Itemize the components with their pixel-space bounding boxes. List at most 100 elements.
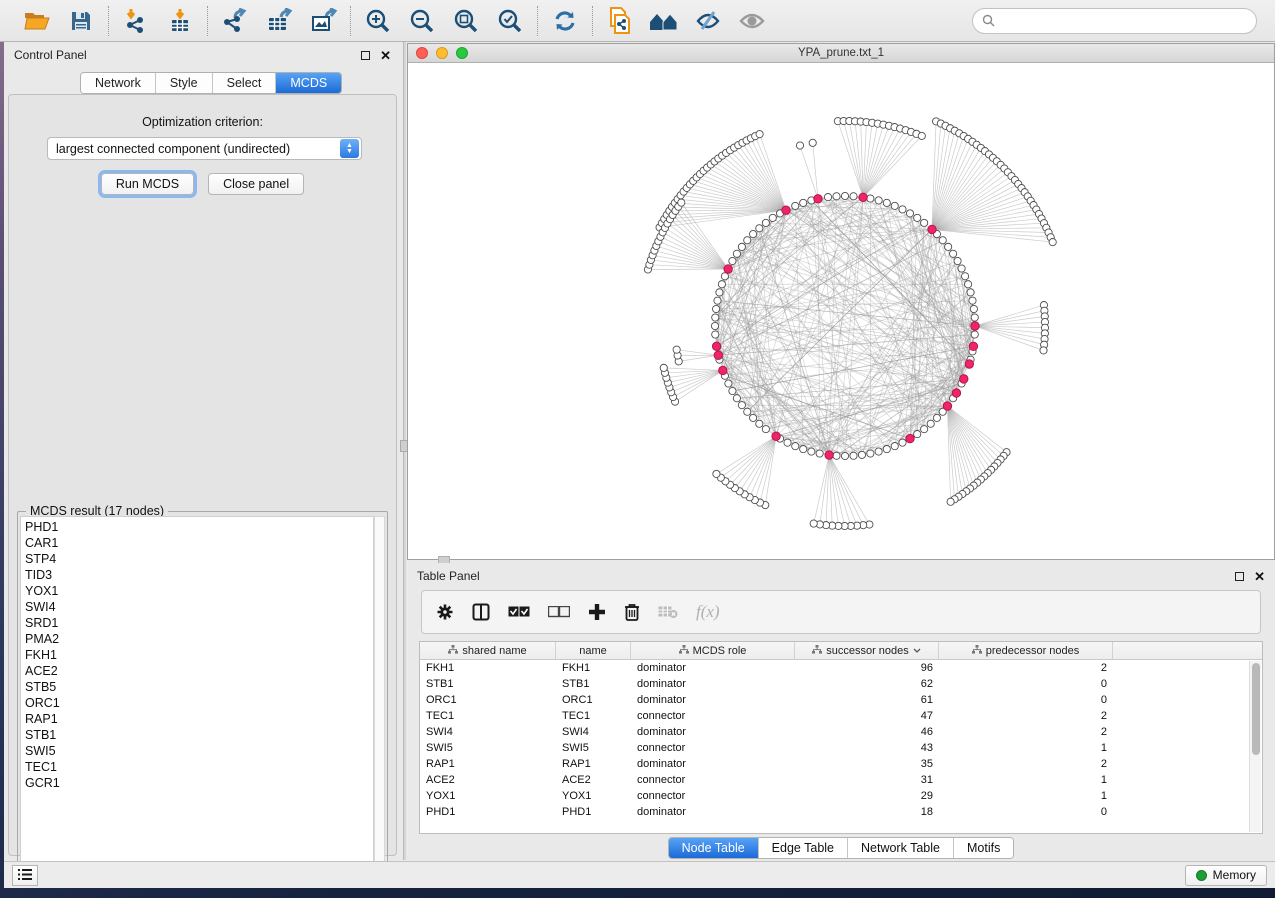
- table-scrollbar-thumb[interactable]: [1252, 663, 1260, 755]
- criterion-dropdown[interactable]: largest connected component (undirected)…: [47, 137, 362, 160]
- mcds-result-list[interactable]: PHD1CAR1STP4TID3YOX1SWI4SRD1PMA2FKH1ACE2…: [20, 516, 374, 876]
- export-image-icon[interactable]: [308, 6, 338, 36]
- table-row[interactable]: RAP1RAP1dominator352: [420, 756, 1262, 772]
- tab-select[interactable]: Select: [212, 73, 276, 93]
- run-mcds-button[interactable]: Run MCDS: [101, 173, 194, 195]
- table-cell: 31: [795, 774, 939, 786]
- mcds-result-item[interactable]: FKH1: [25, 647, 369, 663]
- export-table-icon[interactable]: [264, 6, 294, 36]
- search-box[interactable]: [972, 8, 1257, 34]
- hierarchy-icon: [972, 645, 982, 657]
- save-session-icon[interactable]: [66, 6, 96, 36]
- select-all-icon[interactable]: [508, 606, 530, 618]
- mcds-result-item[interactable]: ACE2: [25, 663, 369, 679]
- column-header-MCDS-role[interactable]: MCDS role: [631, 642, 795, 659]
- tab-edge-table[interactable]: Edge Table: [758, 838, 847, 858]
- clone-network-icon[interactable]: [605, 6, 635, 36]
- column-header-predecessor-nodes[interactable]: predecessor nodes: [939, 642, 1113, 659]
- mcds-result-item[interactable]: STP4: [25, 551, 369, 567]
- tab-motifs[interactable]: Motifs: [953, 838, 1013, 858]
- table-row[interactable]: PHD1PHD1dominator180: [420, 804, 1262, 820]
- table-panel: Table Panel ✕: [407, 563, 1275, 860]
- tab-node-table[interactable]: Node Table: [669, 838, 758, 858]
- mcds-result-item[interactable]: STB5: [25, 679, 369, 695]
- tab-network-table[interactable]: Network Table: [847, 838, 953, 858]
- table-row[interactable]: ACE2ACE2connector311: [420, 772, 1262, 788]
- search-input[interactable]: [1000, 14, 1247, 28]
- refresh-icon[interactable]: [550, 6, 580, 36]
- delete-column-icon[interactable]: [624, 603, 640, 621]
- import-table-icon[interactable]: [165, 6, 195, 36]
- table-cell: dominator: [631, 806, 795, 818]
- first-neighbors-icon[interactable]: [649, 6, 679, 36]
- table-row[interactable]: SWI4SWI4dominator462: [420, 724, 1262, 740]
- open-file-icon[interactable]: [22, 6, 52, 36]
- mcds-result-item[interactable]: STB1: [25, 727, 369, 743]
- show-all-icon[interactable]: [737, 6, 767, 36]
- table-tabs: Node Table Edge Table Network Table Moti…: [668, 837, 1015, 859]
- network-window-titlebar[interactable]: YPA_prune.txt_1: [408, 44, 1274, 63]
- table-row[interactable]: YOX1YOX1connector291: [420, 788, 1262, 804]
- columns-icon[interactable]: [472, 603, 490, 621]
- main-toolbar: [0, 0, 1275, 42]
- mcds-list-scrollbar[interactable]: [374, 516, 385, 876]
- table-row[interactable]: ORC1ORC1dominator610: [420, 692, 1262, 708]
- column-header-shared-name[interactable]: shared name: [420, 642, 556, 659]
- zoom-fit-icon[interactable]: [451, 6, 481, 36]
- mcds-result-item[interactable]: SRD1: [25, 615, 369, 631]
- column-header-name[interactable]: name: [556, 642, 631, 659]
- table-row[interactable]: FKH1FKH1dominator962: [420, 660, 1262, 676]
- mcds-result-item[interactable]: YOX1: [25, 583, 369, 599]
- mcds-result-item[interactable]: GCR1: [25, 775, 369, 791]
- mcds-result-item[interactable]: SWI4: [25, 599, 369, 615]
- hide-selected-icon[interactable]: [693, 6, 723, 36]
- zoom-out-icon[interactable]: [407, 6, 437, 36]
- table-scrollbar[interactable]: [1249, 661, 1261, 832]
- mcds-result-item[interactable]: RAP1: [25, 711, 369, 727]
- task-history-button[interactable]: [12, 865, 38, 886]
- tab-mcds[interactable]: MCDS: [275, 73, 341, 93]
- table-settings-icon[interactable]: [436, 603, 454, 621]
- close-table-panel-icon[interactable]: ✕: [1254, 572, 1265, 581]
- close-panel-icon[interactable]: ✕: [380, 51, 391, 60]
- mcds-result-groupbox: MCDS result (17 nodes) PHD1CAR1STP4TID3Y…: [17, 511, 388, 879]
- export-network-icon[interactable]: [220, 6, 250, 36]
- table-cell: RAP1: [556, 758, 631, 770]
- table-cell: 43: [795, 742, 939, 754]
- table-row[interactable]: STB1STB1dominator620: [420, 676, 1262, 692]
- vertical-splitter[interactable]: [403, 42, 406, 860]
- mcds-result-item[interactable]: ORC1: [25, 695, 369, 711]
- table-cell: PHD1: [556, 806, 631, 818]
- zoom-selected-icon[interactable]: [495, 6, 525, 36]
- table-cell: 29: [795, 790, 939, 802]
- float-panel-icon[interactable]: [361, 51, 370, 60]
- table-cell: PHD1: [420, 806, 556, 818]
- add-column-icon[interactable]: [588, 603, 606, 621]
- table-row[interactable]: TEC1TEC1connector472: [420, 708, 1262, 724]
- close-panel-button[interactable]: Close panel: [208, 173, 304, 195]
- mcds-result-item[interactable]: TID3: [25, 567, 369, 583]
- deselect-all-icon[interactable]: [548, 606, 570, 618]
- mcds-result-item[interactable]: PHD1: [25, 519, 369, 535]
- import-network-icon[interactable]: [121, 6, 151, 36]
- mcds-result-item[interactable]: TEC1: [25, 759, 369, 775]
- tab-network[interactable]: Network: [81, 73, 155, 93]
- mcds-result-item[interactable]: SWI5: [25, 743, 369, 759]
- table-cell: 2: [939, 662, 1113, 674]
- zoom-in-icon[interactable]: [363, 6, 393, 36]
- node-table-body: FKH1FKH1dominator962STB1STB1dominator620…: [420, 660, 1262, 820]
- mcds-result-item[interactable]: PMA2: [25, 631, 369, 647]
- table-cell: STB1: [556, 678, 631, 690]
- table-cell: 1: [939, 774, 1113, 786]
- mcds-result-item[interactable]: CAR1: [25, 535, 369, 551]
- network-canvas[interactable]: [408, 64, 1274, 559]
- float-table-panel-icon[interactable]: [1235, 572, 1244, 581]
- delete-table-icon: [658, 605, 678, 619]
- table-cell: TEC1: [420, 710, 556, 722]
- sort-desc-icon: [913, 648, 921, 653]
- tab-style[interactable]: Style: [155, 73, 212, 93]
- column-header-successor-nodes[interactable]: successor nodes: [795, 642, 939, 659]
- table-row[interactable]: SWI5SWI5connector431: [420, 740, 1262, 756]
- memory-button[interactable]: Memory: [1185, 865, 1267, 886]
- table-cell: SWI5: [420, 742, 556, 754]
